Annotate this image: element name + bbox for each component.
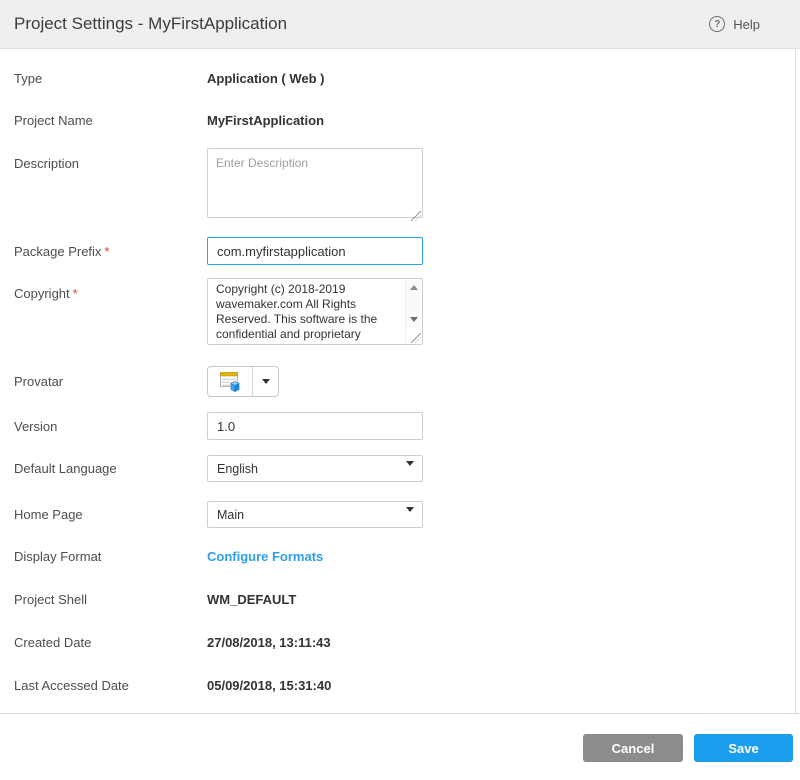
default-language-label: Default Language xyxy=(14,461,207,476)
description-textarea[interactable] xyxy=(207,148,423,218)
resize-grip-icon xyxy=(411,333,421,343)
row-project-shell: Project Shell WM_DEFAULT xyxy=(14,592,296,607)
project-settings-dialog: Project Settings - MyFirstApplication ? … xyxy=(0,0,800,780)
help-label: Help xyxy=(733,17,760,32)
row-description: Description xyxy=(14,148,423,223)
version-label: Version xyxy=(14,419,207,434)
row-type: Type Application ( Web ) xyxy=(14,71,324,86)
scroll-down-icon[interactable] xyxy=(406,312,422,327)
copyright-textarea[interactable]: Copyright (c) 2018-2019 wavemaker.com Al… xyxy=(207,278,423,345)
row-copyright: Copyright* Copyright (c) 2018-2019 wavem… xyxy=(14,278,423,345)
project-name-value: MyFirstApplication xyxy=(207,113,324,128)
type-label: Type xyxy=(14,71,207,86)
provatar-picker-button[interactable] xyxy=(207,366,279,397)
footer-divider xyxy=(0,713,800,714)
help-icon: ? xyxy=(709,16,725,32)
row-default-language: Default Language English xyxy=(14,455,423,482)
default-language-select[interactable]: English xyxy=(207,455,423,482)
provatar-image-button[interactable] xyxy=(208,367,253,396)
required-asterisk: * xyxy=(104,244,109,259)
home-page-select[interactable]: Main xyxy=(207,501,423,528)
copyright-label: Copyright* xyxy=(14,278,207,301)
cancel-button[interactable]: Cancel xyxy=(583,734,683,762)
row-version: Version xyxy=(14,412,423,440)
resize-corner[interactable] xyxy=(406,328,422,344)
last-accessed-date-label: Last Accessed Date xyxy=(14,678,207,693)
page-title: Project Settings - MyFirstApplication xyxy=(14,14,287,34)
row-provatar: Provatar xyxy=(14,366,279,397)
created-date-value: 27/08/2018, 13:11:43 xyxy=(207,635,331,650)
configure-formats-link[interactable]: Configure Formats xyxy=(207,549,323,564)
version-input[interactable] xyxy=(207,412,423,440)
copyright-text: Copyright (c) 2018-2019 wavemaker.com Al… xyxy=(216,282,402,344)
row-display-format: Display Format Configure Formats xyxy=(14,549,323,564)
row-last-accessed-date: Last Accessed Date 05/09/2018, 15:31:40 xyxy=(14,678,331,693)
row-project-name: Project Name MyFirstApplication xyxy=(14,113,324,128)
provatar-dropdown-button[interactable] xyxy=(253,367,278,396)
package-prefix-input[interactable] xyxy=(207,237,423,265)
type-value: Application ( Web ) xyxy=(207,71,324,86)
save-button[interactable]: Save xyxy=(694,734,793,762)
display-format-label: Display Format xyxy=(14,549,207,564)
provatar-label: Provatar xyxy=(14,374,207,389)
row-package-prefix: Package Prefix* xyxy=(14,237,423,265)
project-shell-value: WM_DEFAULT xyxy=(207,592,296,607)
required-asterisk: * xyxy=(73,286,78,301)
package-prefix-label: Package Prefix* xyxy=(14,244,207,259)
description-label: Description xyxy=(14,148,207,171)
chevron-down-icon xyxy=(262,379,270,384)
dialog-header: Project Settings - MyFirstApplication ? … xyxy=(0,0,800,49)
home-page-label: Home Page xyxy=(14,507,207,522)
project-name-label: Project Name xyxy=(14,113,207,128)
project-shell-label: Project Shell xyxy=(14,592,207,607)
provatar-table-cube-icon xyxy=(218,371,242,393)
help-button[interactable]: ? Help xyxy=(709,16,760,32)
row-created-date: Created Date 27/08/2018, 13:11:43 xyxy=(14,635,331,650)
row-home-page: Home Page Main xyxy=(14,501,423,528)
last-accessed-date-value: 05/09/2018, 15:31:40 xyxy=(207,678,331,693)
dialog-right-border xyxy=(795,49,796,713)
created-date-label: Created Date xyxy=(14,635,207,650)
scroll-up-icon[interactable] xyxy=(406,280,422,295)
